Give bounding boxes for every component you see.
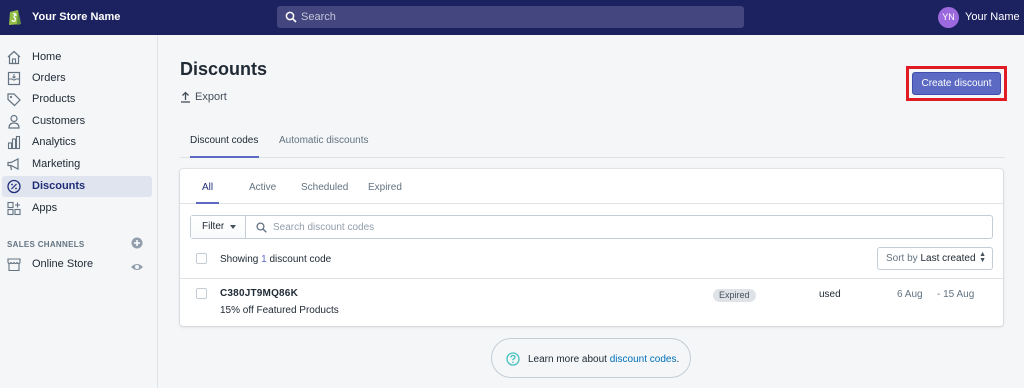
question-circle-icon bbox=[506, 352, 520, 366]
discount-icon bbox=[7, 179, 21, 194]
top-bar: Your Store Name Search YN Your Name bbox=[0, 0, 1024, 35]
showing-count: Showing 1 discount code bbox=[220, 254, 331, 265]
discount-description: 15% off Featured Products bbox=[220, 305, 339, 316]
discount-type-tabs: Discount codes Automatic discounts bbox=[180, 130, 1005, 158]
export-label: Export bbox=[195, 91, 227, 103]
showing-prefix: Showing bbox=[220, 254, 259, 265]
sidebar-item-analytics[interactable]: Analytics bbox=[2, 132, 152, 153]
apps-icon bbox=[7, 201, 21, 216]
tab-expired[interactable]: Expired bbox=[368, 182, 402, 204]
discount-code[interactable]: C380JT9MQ86K bbox=[220, 288, 298, 299]
create-discount-button[interactable]: Create discount bbox=[912, 72, 1001, 95]
sidebar-item-orders[interactable]: Orders bbox=[2, 68, 152, 89]
orders-icon bbox=[7, 71, 21, 86]
help-period: . bbox=[676, 354, 680, 365]
eye-icon[interactable] bbox=[130, 262, 144, 272]
sidebar-item-label: Online Store bbox=[32, 258, 94, 270]
add-channel-icon[interactable] bbox=[131, 237, 143, 249]
bar-chart-icon bbox=[7, 135, 21, 150]
sidebar: Home Orders Products Customers Analytics bbox=[0, 35, 158, 388]
sidebar-item-label: Orders bbox=[32, 72, 66, 84]
help-prefix: Learn more about bbox=[528, 354, 607, 365]
showing-number: 1 bbox=[261, 254, 267, 265]
sidebar-item-label: Products bbox=[32, 93, 76, 105]
sort-select[interactable]: Sort by Last created ▲ ▼ bbox=[877, 247, 993, 270]
sort-value: Last created bbox=[920, 253, 976, 264]
store-icon bbox=[7, 258, 21, 272]
user-name[interactable]: Your Name bbox=[965, 11, 1020, 23]
select-all-checkbox[interactable] bbox=[196, 253, 207, 264]
sidebar-item-discounts[interactable]: Discounts bbox=[2, 176, 152, 197]
caret-down-icon bbox=[230, 225, 236, 229]
export-button[interactable]: Export bbox=[180, 90, 227, 104]
help-footer: Learn more about discount codes. bbox=[491, 338, 691, 378]
discount-search-input[interactable] bbox=[273, 219, 973, 235]
discount-codes-link[interactable]: discount codes bbox=[610, 354, 677, 365]
divider bbox=[180, 278, 1003, 279]
export-icon bbox=[181, 91, 190, 103]
search-icon bbox=[256, 222, 267, 233]
usage-count: used bbox=[819, 289, 841, 300]
showing-suffix: discount code bbox=[269, 254, 332, 265]
sidebar-item-marketing[interactable]: Marketing bbox=[2, 154, 152, 175]
search-icon bbox=[285, 11, 297, 23]
sidebar-item-label: Apps bbox=[32, 202, 58, 214]
end-date: - 15 Aug bbox=[937, 289, 975, 300]
filter-bar: Filter bbox=[190, 215, 993, 239]
avatar[interactable]: YN bbox=[938, 7, 959, 28]
help-text: Learn more about discount codes. bbox=[528, 354, 679, 365]
sales-channels-heading: SALES CHANNELS bbox=[7, 240, 85, 249]
sidebar-item-label: Discounts bbox=[32, 180, 86, 192]
store-name[interactable]: Your Store Name bbox=[32, 11, 120, 23]
global-search[interactable]: Search bbox=[277, 6, 744, 28]
sort-prefix: Sort by bbox=[886, 253, 918, 264]
row-checkbox[interactable] bbox=[196, 288, 207, 299]
tag-icon bbox=[7, 93, 21, 107]
sidebar-item-home[interactable]: Home bbox=[2, 47, 152, 68]
tab-automatic-discounts[interactable]: Automatic discounts bbox=[279, 135, 369, 158]
person-icon bbox=[8, 114, 20, 129]
sidebar-item-label: Marketing bbox=[32, 158, 81, 170]
start-date: 6 Aug bbox=[897, 289, 923, 300]
sidebar-item-label: Home bbox=[32, 51, 62, 63]
home-icon bbox=[7, 50, 21, 65]
sidebar-item-products[interactable]: Products bbox=[2, 89, 152, 110]
sidebar-item-label: Customers bbox=[32, 115, 86, 127]
page-title: Discounts bbox=[180, 59, 268, 79]
sidebar-item-label: Analytics bbox=[32, 136, 77, 148]
megaphone-icon bbox=[7, 158, 19, 171]
shopify-logo-icon[interactable] bbox=[8, 8, 22, 26]
global-search-placeholder: Search bbox=[301, 11, 336, 23]
sidebar-item-apps[interactable]: Apps bbox=[2, 198, 152, 219]
tab-discount-codes[interactable]: Discount codes bbox=[190, 135, 260, 158]
filter-label: Filter bbox=[202, 221, 225, 232]
status-badge: Expired bbox=[713, 289, 756, 302]
discount-list-card: All Active Scheduled Expired Filter Show… bbox=[180, 169, 1003, 326]
status-tabs: All Active Scheduled Expired bbox=[180, 169, 1003, 204]
filter-button[interactable]: Filter bbox=[191, 216, 246, 238]
tab-all[interactable]: All bbox=[196, 182, 220, 204]
sidebar-item-customers[interactable]: Customers bbox=[2, 111, 152, 132]
tab-scheduled[interactable]: Scheduled bbox=[301, 182, 348, 204]
tab-active[interactable]: Active bbox=[249, 182, 276, 204]
sort-arrows-icon: ▲ ▼ bbox=[979, 251, 986, 264]
